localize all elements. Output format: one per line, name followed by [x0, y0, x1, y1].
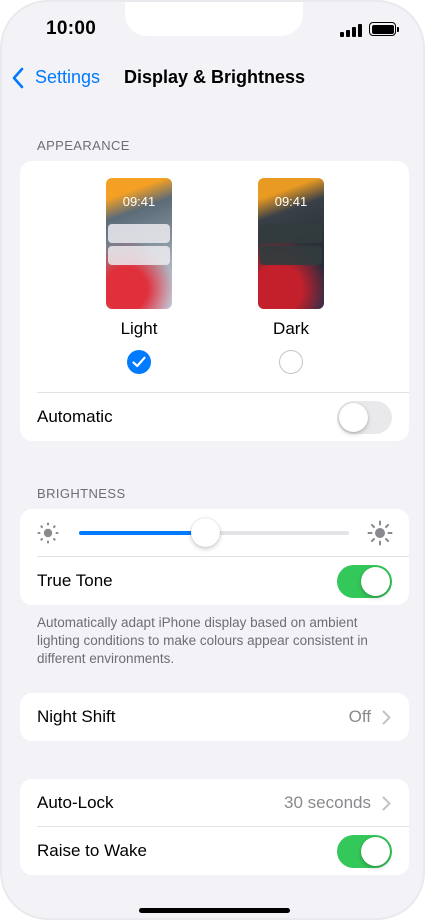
true-tone-toggle[interactable] — [337, 565, 392, 598]
brightness-slider-knob[interactable] — [191, 518, 221, 547]
battery-icon — [369, 22, 399, 36]
checkmark-icon — [132, 356, 146, 368]
light-mode-preview[interactable]: 09:41 — [106, 178, 172, 309]
auto-lock-value: 30 seconds — [284, 793, 371, 812]
true-tone-footer: Automatically adapt iPhone display based… — [37, 615, 368, 666]
dark-mode-preview[interactable]: 09:41 — [258, 178, 324, 309]
preview-card — [260, 246, 322, 265]
chevron-right-icon — [382, 710, 391, 725]
automatic-toggle[interactable] — [337, 401, 392, 434]
cellular-signal-icon — [340, 24, 362, 37]
phone-screen: 10:00 Settings Display & Brightness APPE… — [0, 0, 425, 920]
dark-radio-unchecked[interactable] — [279, 350, 303, 374]
true-tone-row: True Tone — [20, 557, 409, 605]
preview-card — [260, 224, 322, 243]
appearance-group: 09:41 Light 09:41 Dark Automatic — [20, 161, 409, 441]
dark-label: Dark — [273, 319, 309, 338]
brightness-header: BRIGHTNESS — [37, 486, 126, 501]
sun-small-icon — [37, 522, 59, 544]
brightness-group: True Tone — [20, 509, 409, 605]
auto-lock-label: Auto-Lock — [37, 793, 114, 812]
night-shift-row[interactable]: Night Shift Off — [20, 693, 409, 741]
chevron-left-icon[interactable] — [11, 67, 25, 89]
back-button[interactable]: Settings — [35, 67, 100, 88]
night-shift-value: Off — [348, 707, 371, 726]
home-indicator[interactable] — [139, 908, 290, 913]
chevron-right-icon — [382, 796, 391, 811]
light-label: Light — [120, 319, 158, 338]
auto-lock-row[interactable]: Auto-Lock 30 seconds — [20, 779, 409, 827]
raise-to-wake-label: Raise to Wake — [37, 841, 147, 860]
preview-time: 09:41 — [274, 194, 308, 209]
automatic-row: Automatic — [20, 393, 409, 441]
notch — [125, 2, 303, 36]
navigation-bar: Settings Display & Brightness — [2, 60, 423, 96]
appearance-option-dark[interactable]: 09:41 Dark — [258, 178, 324, 374]
brightness-slider-fill — [79, 531, 206, 535]
status-time: 10:00 — [46, 18, 97, 39]
preview-time: 09:41 — [122, 194, 156, 209]
raise-to-wake-toggle[interactable] — [337, 835, 392, 868]
preview-card — [108, 246, 170, 265]
automatic-label: Automatic — [37, 407, 113, 426]
true-tone-label: True Tone — [37, 571, 113, 590]
sun-large-icon — [367, 520, 393, 546]
night-shift-label: Night Shift — [37, 707, 116, 726]
light-radio-checked[interactable] — [127, 350, 151, 374]
appearance-header: APPEARANCE — [37, 138, 130, 153]
brightness-slider[interactable] — [79, 518, 349, 547]
appearance-option-light[interactable]: 09:41 Light — [106, 178, 172, 374]
brightness-slider-row — [20, 509, 409, 557]
night-shift-group: Night Shift Off — [20, 693, 409, 741]
lock-group: Auto-Lock 30 seconds Raise to Wake — [20, 779, 409, 875]
page-title: Display & Brightness — [124, 67, 306, 87]
preview-card — [108, 224, 170, 243]
raise-to-wake-row: Raise to Wake — [20, 827, 409, 875]
